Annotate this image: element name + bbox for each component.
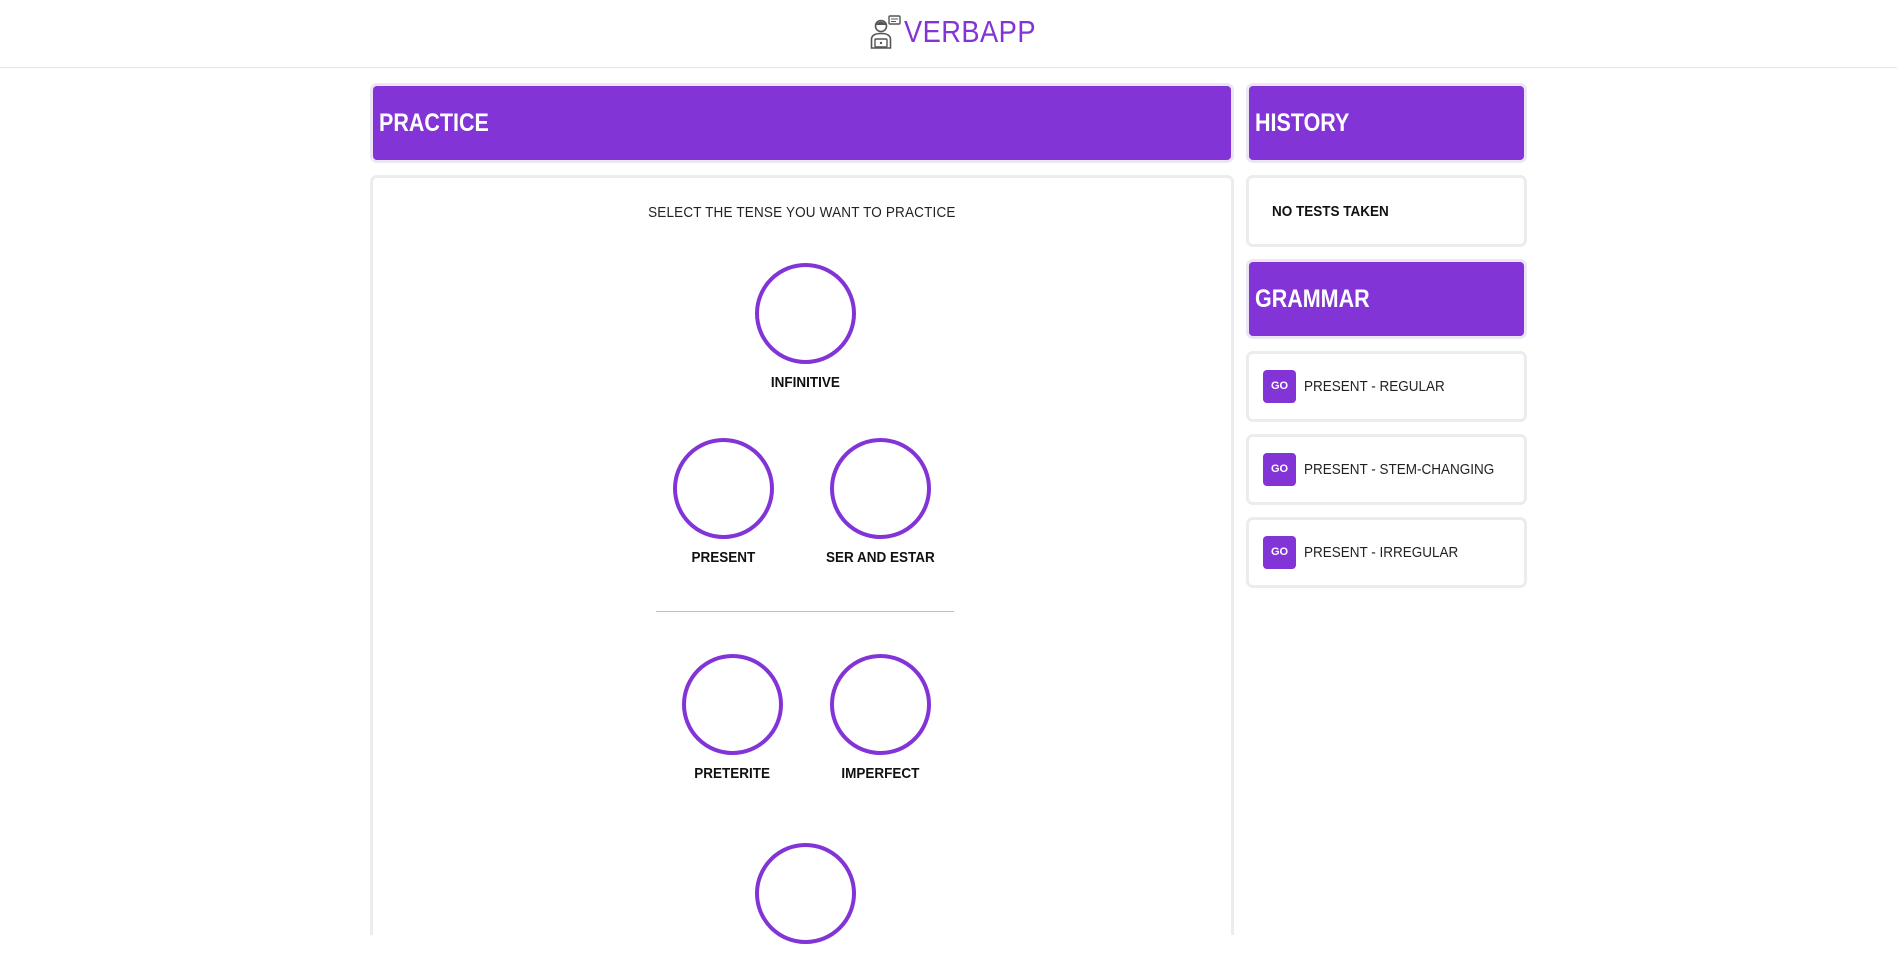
tense-select-circle[interactable] — [681, 654, 783, 755]
grammar-item-present-regular: GO PRESENT - REGULAR — [1246, 351, 1527, 422]
section-divider — [656, 611, 954, 612]
grammar-item-label: PRESENT - IRREGULAR — [1304, 544, 1459, 561]
history-title: HISTORY — [1255, 108, 1350, 137]
tense-label: PRETERITE — [694, 765, 770, 782]
practice-header: PRACTICE — [370, 83, 1234, 163]
brand-logo[interactable]: VERBAPP — [870, 12, 1054, 52]
grammar-item-label: PRESENT - REGULAR — [1304, 378, 1445, 395]
grammar-header: GRAMMAR — [1246, 259, 1527, 339]
grammar-title: GRAMMAR — [1255, 284, 1370, 313]
practice-title: PRACTICE — [379, 108, 489, 137]
tense-option[interactable] — [735, 843, 875, 971]
grammar-item-label: PRESENT - STEM-CHANGING — [1304, 461, 1495, 478]
tense-select-circle[interactable] — [754, 263, 856, 364]
history-header: HISTORY — [1246, 83, 1527, 163]
tense-option-imperfect[interactable]: IMPERFECT — [810, 654, 950, 782]
tense-label: IMPERFECT — [840, 765, 919, 782]
tense-label: PRESENT — [691, 549, 755, 566]
tense-select-circle[interactable] — [754, 843, 856, 944]
tense-option-ser-and-estar[interactable]: SER AND ESTAR — [810, 438, 950, 566]
go-button[interactable]: GO — [1263, 369, 1296, 403]
tense-label: INFINITIVE — [770, 374, 840, 391]
tense-select-circle[interactable] — [829, 654, 931, 755]
practice-panel: SELECT THE TENSE YOU WANT TO PRACTICE IN… — [370, 175, 1234, 944]
history-empty-message: NO TESTS TAKEN — [1272, 202, 1389, 220]
practice-instruction: SELECT THE TENSE YOU WANT TO PRACTICE — [648, 204, 956, 221]
grammar-item-present-stem-changing: GO PRESENT - STEM-CHANGING — [1246, 434, 1527, 505]
tense-select-circle[interactable] — [672, 438, 774, 539]
tense-label: SER AND ESTAR — [825, 549, 935, 566]
top-bar: VERBAPP — [0, 0, 1897, 68]
tense-option-present[interactable]: PRESENT — [653, 438, 793, 566]
app-name: VERBAPP — [904, 14, 1036, 49]
tense-option-infinitive[interactable]: INFINITIVE — [735, 263, 875, 391]
go-button[interactable]: GO — [1263, 535, 1296, 569]
history-panel: NO TESTS TAKEN — [1246, 175, 1527, 247]
student-laptop-icon — [870, 15, 901, 49]
tense-option-preterite[interactable]: PRETERITE — [662, 654, 802, 782]
tense-select-circle[interactable] — [829, 438, 931, 539]
go-button[interactable]: GO — [1263, 452, 1296, 486]
tense-label — [735, 954, 875, 971]
grammar-item-present-irregular: GO PRESENT - IRREGULAR — [1246, 517, 1527, 588]
